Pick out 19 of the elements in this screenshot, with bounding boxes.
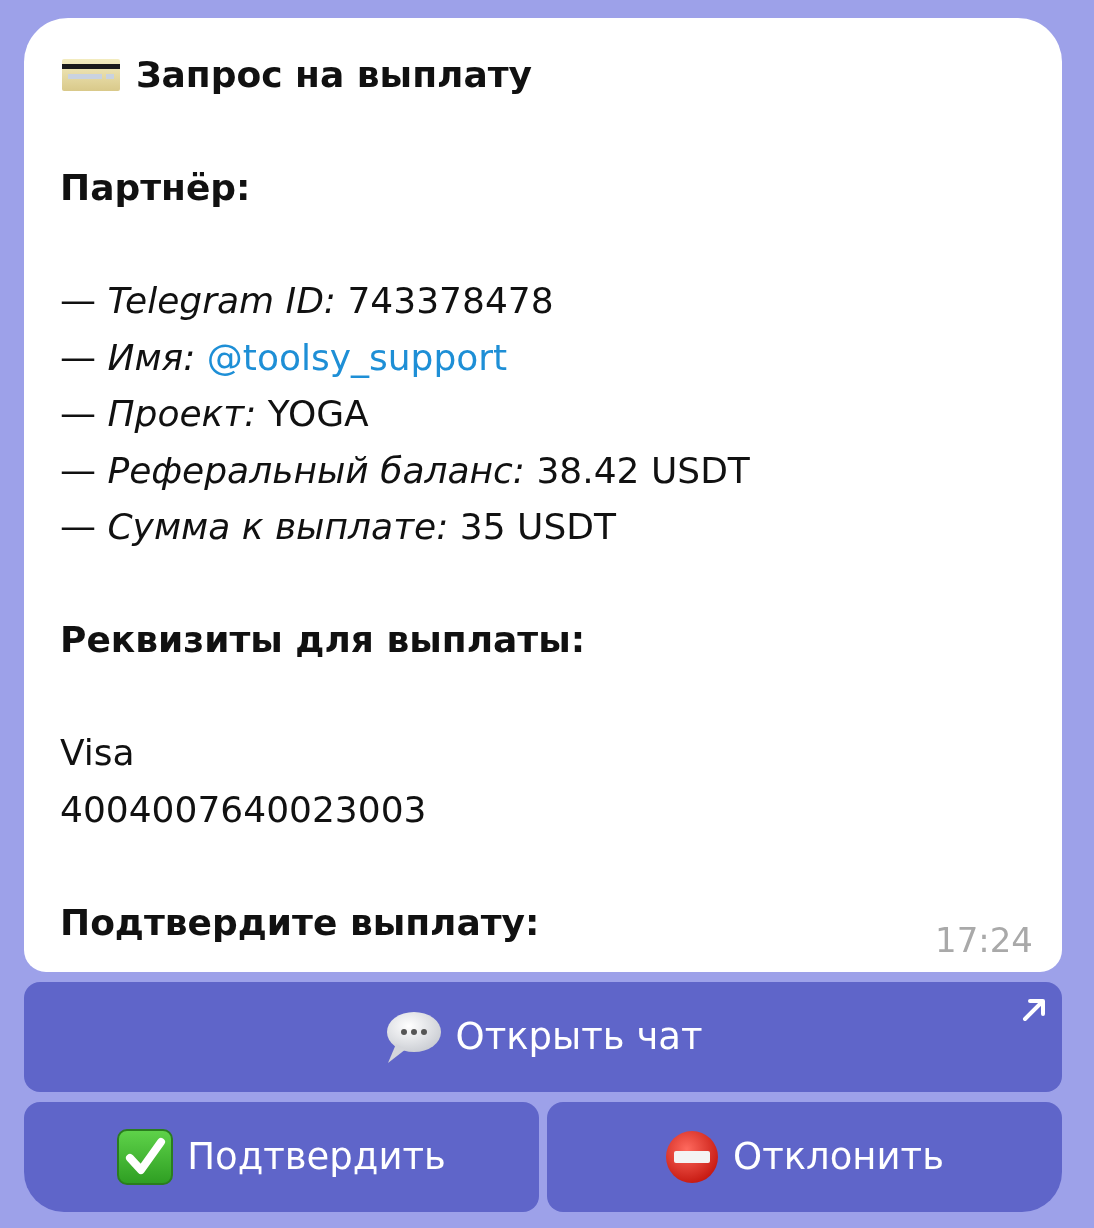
payment-detail-text: Visa [60,731,135,775]
decline-button[interactable]: Отклонить [547,1102,1062,1212]
detail-line: — Сумма к выплате: 35 USDT [60,505,617,549]
section-heading: Реквизиты для выплаты: [60,618,586,662]
detail-line: — Имя: @toolsy_support [60,335,508,380]
open-chat-button[interactable]: Открыть чат [24,982,1062,1092]
message-time: 17:24 [935,919,1033,962]
check-mark-icon [117,1129,174,1185]
section-heading: Подтвердите выплату: [60,900,540,945]
detail-line: — Проект: YOGA [60,392,369,436]
message-title: Запрос на выплату [136,53,533,97]
confirm-button[interactable]: Подтвердить [24,1102,539,1212]
credit-card-icon [62,59,120,92]
section-heading: Партнёр: [60,166,251,210]
payment-detail-text: 4004007640023003 [60,787,427,832]
detail-line: — Telegram ID: 743378478 [60,279,554,323]
detail-line: — Реферальный баланс: 38.42 USDT [60,448,750,493]
username-link[interactable]: @toolsy_support [206,336,508,378]
no-entry-icon [665,1130,720,1184]
